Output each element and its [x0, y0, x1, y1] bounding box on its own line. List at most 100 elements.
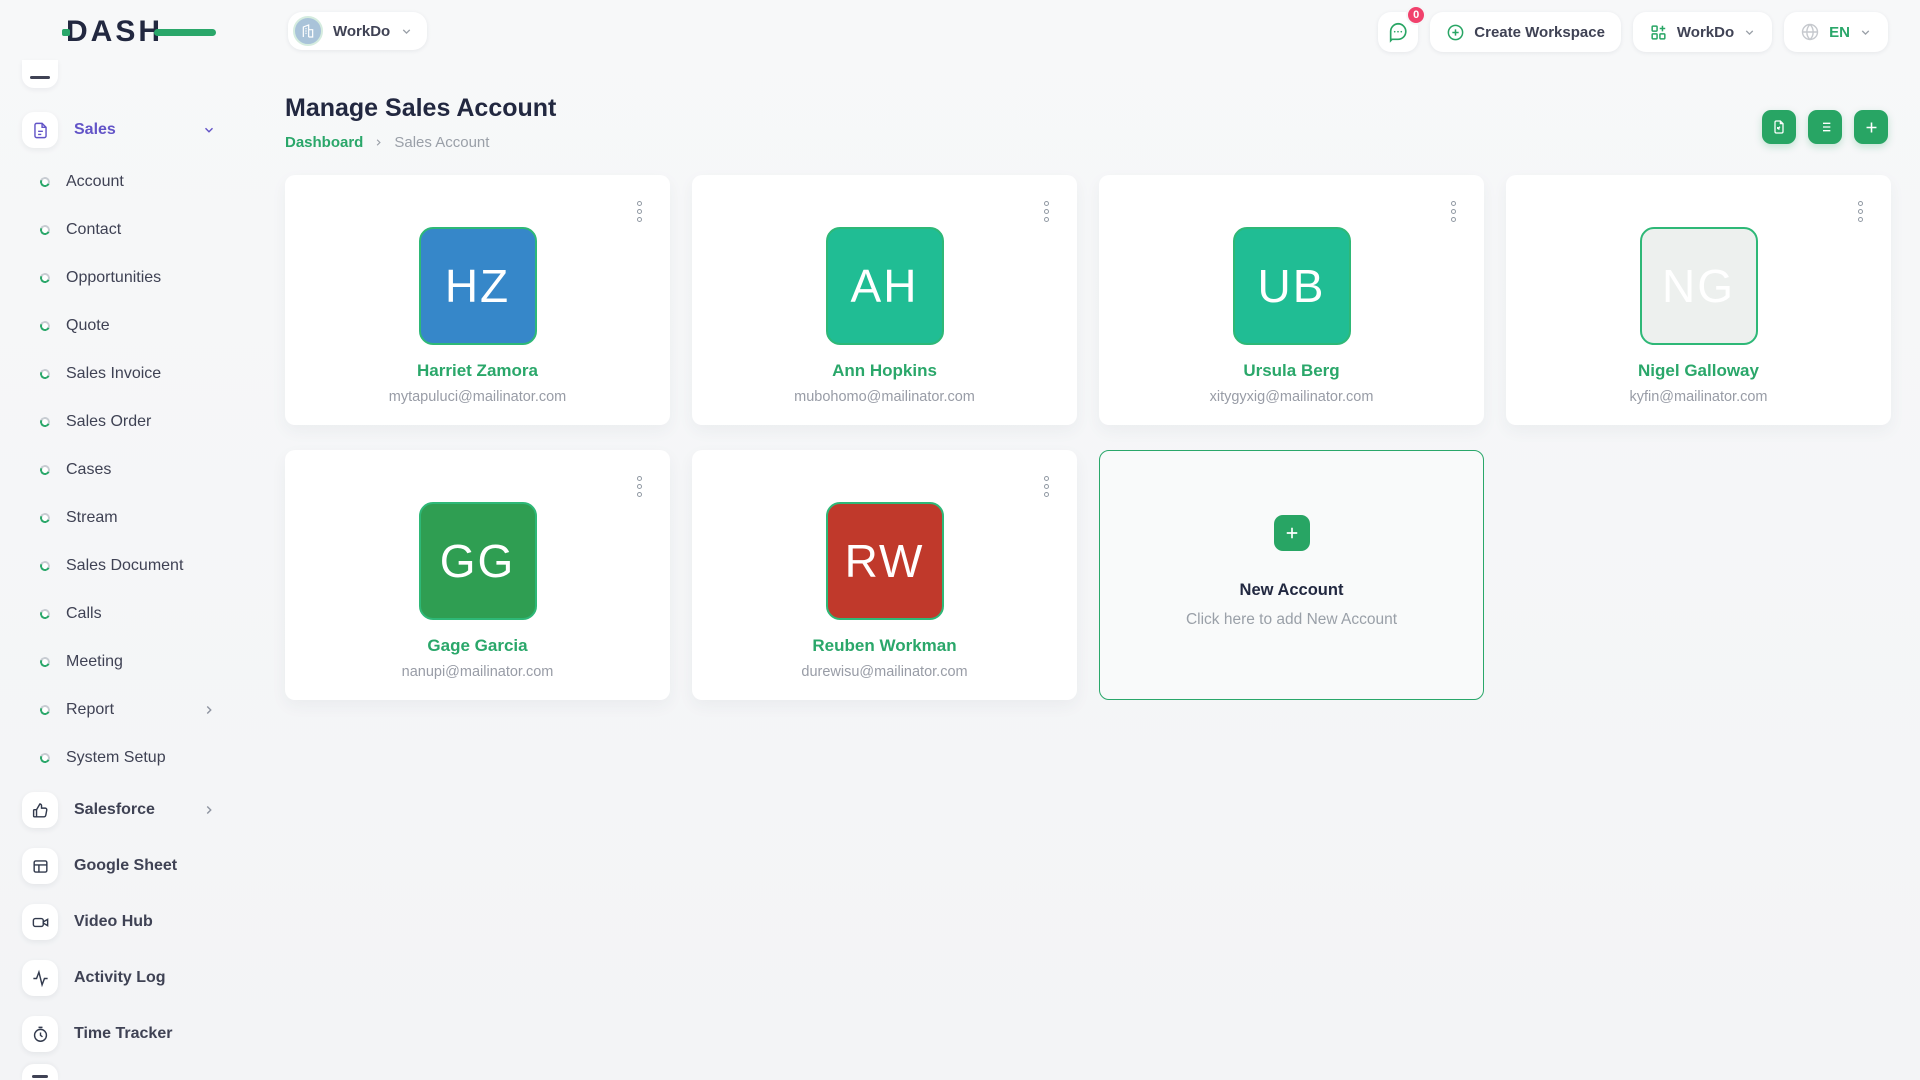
document-icon	[22, 112, 58, 148]
chevron-right-icon	[202, 803, 216, 817]
sidebar-item-sales[interactable]: Sales	[0, 106, 250, 154]
sidebar-item-salesforce[interactable]: Salesforce	[0, 786, 250, 834]
kebab-menu-icon[interactable]	[1856, 199, 1865, 224]
workspace-menu-button[interactable]: WorkDo	[1633, 12, 1772, 52]
sidebar-item-time-tracker[interactable]: Time Tracker	[0, 1010, 250, 1058]
sidebar-item-stream[interactable]: Stream	[0, 494, 250, 542]
chevron-down-icon	[400, 25, 413, 38]
page-title: Manage Sales Account	[285, 94, 556, 123]
bullet-icon	[39, 176, 52, 189]
account-card-harriet-zamora[interactable]: HZ Harriet Zamora mytapuluci@mailinator.…	[285, 175, 670, 425]
sidebar-item-label: Opportunities	[66, 269, 161, 287]
list-icon	[1817, 119, 1833, 135]
sidebar-item-label: Sales	[74, 121, 116, 139]
workspace-switcher[interactable]: WorkDo	[288, 12, 427, 50]
create-workspace-button[interactable]: Create Workspace	[1430, 12, 1621, 52]
sidebar-item-label: Activity Log	[74, 969, 166, 987]
sidebar-item-account[interactable]: Account	[0, 158, 250, 206]
sidebar-item-cases[interactable]: Cases	[0, 446, 250, 494]
thumbs-up-icon	[22, 792, 58, 828]
account-email: mytapuluci@mailinator.com	[389, 389, 567, 405]
sidebar-item-label: Sales Document	[66, 557, 183, 575]
sidebar-item-sales-invoice[interactable]: Sales Invoice	[0, 350, 250, 398]
kebab-menu-icon[interactable]	[1449, 199, 1458, 224]
chevron-down-icon	[1859, 26, 1872, 39]
bullet-icon	[39, 512, 52, 525]
sidebar-item-label: Calls	[66, 605, 102, 623]
account-name[interactable]: Ann Hopkins	[832, 361, 937, 381]
chevron-right-icon	[373, 137, 384, 148]
sidebar-item-system-setup[interactable]: System Setup	[0, 734, 250, 782]
sidebar-item-contact[interactable]: Contact	[0, 206, 250, 254]
account-name[interactable]: Ursula Berg	[1243, 361, 1339, 381]
new-account-title: New Account	[1240, 581, 1344, 600]
account-card-gage-garcia[interactable]: GG Gage Garcia nanupi@mailinator.com	[285, 450, 670, 700]
account-email: xitygyxig@mailinator.com	[1210, 389, 1374, 405]
sidebar-item-activity-log[interactable]: Activity Log	[0, 954, 250, 1002]
kebab-menu-icon[interactable]	[635, 474, 644, 499]
kebab-menu-icon[interactable]	[1042, 199, 1051, 224]
plus-icon[interactable]	[1274, 515, 1310, 551]
sidebar-item-meeting[interactable]: Meeting	[0, 638, 250, 686]
list-view-button[interactable]	[1808, 110, 1842, 144]
account-card-ann-hopkins[interactable]: AH Ann Hopkins mubohomo@mailinator.com	[692, 175, 1077, 425]
plus-circle-icon	[1446, 23, 1465, 42]
sidebar-item-google-sheet[interactable]: Google Sheet	[0, 842, 250, 890]
chevron-down-icon	[202, 123, 216, 137]
sidebar-item-label: Time Tracker	[74, 1025, 172, 1043]
add-account-button[interactable]	[1854, 110, 1888, 144]
language-code: EN	[1829, 24, 1850, 41]
bullet-icon	[39, 560, 52, 573]
sidebar-item-label: Google Sheet	[74, 857, 177, 875]
chevron-down-icon	[1743, 26, 1756, 39]
messages-button[interactable]: 0	[1378, 12, 1418, 52]
account-card-nigel-galloway[interactable]: NG Nigel Galloway kyfin@mailinator.com	[1506, 175, 1891, 425]
sidebar-item-quote[interactable]: Quote	[0, 302, 250, 350]
grid-plus-icon	[1649, 23, 1668, 42]
avatar: GG	[419, 502, 537, 620]
bullet-icon	[39, 608, 52, 621]
account-card-reuben-workman[interactable]: RW Reuben Workman durewisu@mailinator.co…	[692, 450, 1077, 700]
top-header: DASH WorkDo 0 Create Workspace	[0, 0, 1920, 58]
sidebar-item-calls[interactable]: Calls	[0, 590, 250, 638]
menu-toggle-button[interactable]	[22, 60, 58, 88]
sidebar-item-label: Sales Invoice	[66, 365, 161, 383]
bullet-icon	[39, 368, 52, 381]
logo-dot	[62, 29, 70, 36]
header-actions: 0 Create Workspace WorkDo EN	[1378, 12, 1888, 52]
sidebar-item-label: Account	[66, 173, 124, 191]
bullet-icon	[39, 752, 52, 765]
breadcrumb-dashboard-link[interactable]: Dashboard	[285, 134, 363, 151]
sidebar-item-label: Quote	[66, 317, 110, 335]
sidebar-item-report[interactable]: Report	[0, 686, 250, 734]
kebab-menu-icon[interactable]	[1042, 474, 1051, 499]
avatar: HZ	[419, 227, 537, 345]
kebab-menu-icon[interactable]	[635, 199, 644, 224]
activity-pulse-icon	[22, 960, 58, 996]
sidebar-item-sales-document[interactable]: Sales Document	[0, 542, 250, 590]
sidebar-item-label: Salesforce	[74, 801, 155, 819]
sidebar-item-label: Meeting	[66, 653, 123, 671]
account-name[interactable]: Gage Garcia	[427, 636, 527, 656]
account-name[interactable]: Harriet Zamora	[417, 361, 538, 381]
sidebar-item-label: System Setup	[66, 749, 166, 767]
dash-logo[interactable]: DASH	[66, 17, 196, 47]
new-account-card[interactable]: New Account Click here to add New Accoun…	[1099, 450, 1484, 700]
create-workspace-label: Create Workspace	[1474, 24, 1605, 41]
sidebar-item-video-hub[interactable]: Video Hub	[0, 898, 250, 946]
sidebar-item-opportunities[interactable]: Opportunities	[0, 254, 250, 302]
account-email: nanupi@mailinator.com	[402, 664, 554, 680]
account-name[interactable]: Nigel Galloway	[1638, 361, 1759, 381]
bullet-icon	[39, 224, 52, 237]
sidebar-item-label: Report	[66, 701, 114, 719]
sidebar-item-sales-order[interactable]: Sales Order	[0, 398, 250, 446]
account-card-ursula-berg[interactable]: UB Ursula Berg xitygyxig@mailinator.com	[1099, 175, 1484, 425]
export-button[interactable]	[1762, 110, 1796, 144]
account-email: durewisu@mailinator.com	[801, 664, 967, 680]
logo-text: DASH	[66, 15, 163, 48]
account-name[interactable]: Reuben Workman	[812, 636, 956, 656]
language-selector[interactable]: EN	[1784, 12, 1888, 52]
page-actions	[1762, 110, 1888, 144]
sidebar-item-partial[interactable]	[22, 1064, 58, 1080]
chevron-right-icon	[202, 703, 216, 717]
